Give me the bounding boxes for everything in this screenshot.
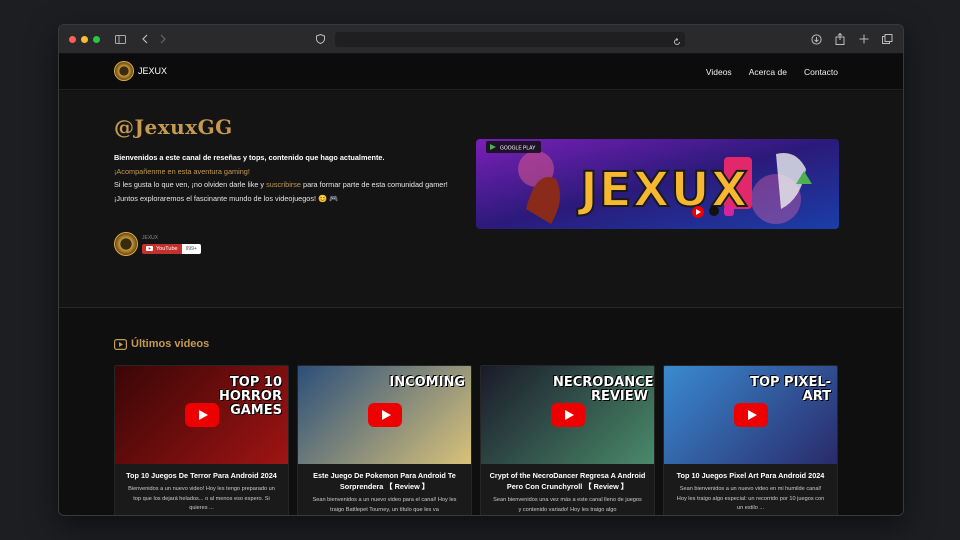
browser-toolbar (59, 25, 903, 54)
video-thumbnail[interactable]: TOP PIXEL-ART (664, 366, 837, 464)
share-icon[interactable] (833, 32, 847, 46)
channel-name: JEXUX (142, 234, 159, 241)
intro-line-3-end: para formar parte de esta comunidad game… (300, 180, 448, 189)
tab-overview-icon[interactable] (880, 32, 894, 46)
video-description: Sean bienvenidos a un nuevo video para e… (312, 497, 457, 513)
reload-icon[interactable] (673, 33, 681, 51)
banner-badge-text: GOOGLE PLAY (500, 146, 536, 152)
minimize-window-button[interactable] (81, 35, 88, 43)
subscribe-link[interactable]: suscribirse (266, 180, 301, 189)
nav-about[interactable]: Acerca de (749, 67, 787, 77)
banner-image: GOOGLE PLAY JEXUX (476, 139, 839, 229)
video-card[interactable]: INCOMING Este Juego De Pokemon Para Andr… (297, 365, 472, 515)
channel-avatar[interactable] (114, 232, 138, 256)
youtube-subscribe-label: YouTube (142, 243, 182, 254)
youtube-icon (146, 246, 153, 251)
main-nav: Videos Acerca de Contacto (706, 67, 838, 77)
site-logo[interactable]: JEXUX (114, 61, 167, 81)
video-grid: TOP 10 HORROR GAMES Top 10 Juegos De Ter… (114, 365, 839, 515)
thumbnail-text: NECRODANCER REVIEW (553, 375, 655, 404)
video-description: Sean bienvenidos a un nuevo video en mi … (676, 486, 825, 511)
sidebar-toggle-icon[interactable] (113, 32, 127, 46)
video-title[interactable]: Top 10 Juegos Pixel Art Para Android 202… (664, 464, 837, 481)
zoom-window-button[interactable] (93, 35, 100, 43)
play-button-icon[interactable] (367, 403, 402, 427)
back-icon[interactable] (138, 32, 152, 46)
video-title[interactable]: Crypt of the NecroDancer Regresa A Andro… (481, 464, 654, 492)
thumbnail-text: INCOMING (389, 375, 465, 390)
video-thumbnail[interactable]: TOP 10 HORROR GAMES (115, 366, 288, 464)
channel-banner: GOOGLE PLAY JEXUX (476, 139, 839, 229)
latest-videos-title: Últimos videos (131, 338, 210, 350)
subscriber-count: 999+ (181, 243, 201, 254)
video-description: Sean bienvenidos una vez más a este cana… (493, 497, 642, 513)
address-bar[interactable] (335, 32, 685, 47)
play-button-icon[interactable] (733, 403, 768, 427)
play-button-icon[interactable] (550, 403, 585, 427)
video-thumbnail[interactable]: NECRODANCER REVIEW (481, 366, 654, 464)
window-controls (69, 35, 100, 43)
video-play-icon (114, 338, 127, 350)
new-tab-icon[interactable] (857, 32, 871, 46)
video-title[interactable]: Top 10 Juegos De Terror Para Android 202… (115, 464, 288, 481)
video-description: Bienvenidos a un nuevo video! Hoy les te… (128, 486, 275, 511)
latest-videos-heading: Últimos videos (114, 338, 209, 350)
logo-badge-icon (114, 61, 134, 81)
video-thumbnail[interactable]: INCOMING (298, 366, 471, 464)
video-card[interactable]: TOP PIXEL-ART Top 10 Juegos Pixel Art Pa… (663, 365, 838, 515)
youtube-label-text: YouTube (156, 245, 178, 252)
subscribe-widget: JEXUX YouTube 999+ (114, 232, 201, 256)
privacy-shield-icon[interactable] (313, 32, 327, 46)
channel-handle: @JexuxGG (114, 115, 233, 139)
youtube-subscribe-button[interactable]: YouTube 999+ (142, 243, 201, 254)
video-card[interactable]: TOP 10 HORROR GAMES Top 10 Juegos De Ter… (114, 365, 289, 515)
thumbnail-text: TOP PIXEL-ART (750, 375, 831, 404)
banner-logo-text: JEXUX (577, 162, 749, 218)
close-window-button[interactable] (69, 35, 76, 43)
hero-section: @JexuxGG Bienvenidos a este canal de res… (59, 91, 903, 308)
video-card[interactable]: NECRODANCER REVIEW Crypt of the NecroDan… (480, 365, 655, 515)
webpage: JEXUX Videos Acerca de Contacto @JexuxGG… (59, 54, 903, 515)
intro-line-2: ¡Acompañenme en esta aventura gaming! (114, 166, 250, 176)
video-title[interactable]: Este Juego De Pokemon Para Android Te So… (298, 464, 471, 492)
intro-line-3-start: Si les gusta lo que ven, ¡no olviden dar… (114, 180, 267, 189)
site-header: JEXUX Videos Acerca de Contacto (59, 54, 903, 90)
intro-text: Bienvenidos a este canal de reseñas y to… (114, 151, 464, 205)
intro-line-1: Bienvenidos a este canal de reseñas y to… (114, 153, 385, 162)
logo-text: JEXUX (138, 66, 168, 76)
intro-line-3: Si les gusta lo que ven, ¡no olviden dar… (114, 178, 464, 192)
intro-line-4: ¡Juntos exploraremos el fascinante mundo… (114, 193, 339, 203)
nav-contact[interactable]: Contacto (804, 67, 838, 77)
forward-icon[interactable] (156, 32, 170, 46)
play-button-icon[interactable] (184, 403, 219, 427)
downloads-icon[interactable] (809, 32, 823, 46)
browser-window: JEXUX Videos Acerca de Contacto @JexuxGG… (58, 24, 904, 516)
nav-videos[interactable]: Videos (706, 67, 732, 77)
